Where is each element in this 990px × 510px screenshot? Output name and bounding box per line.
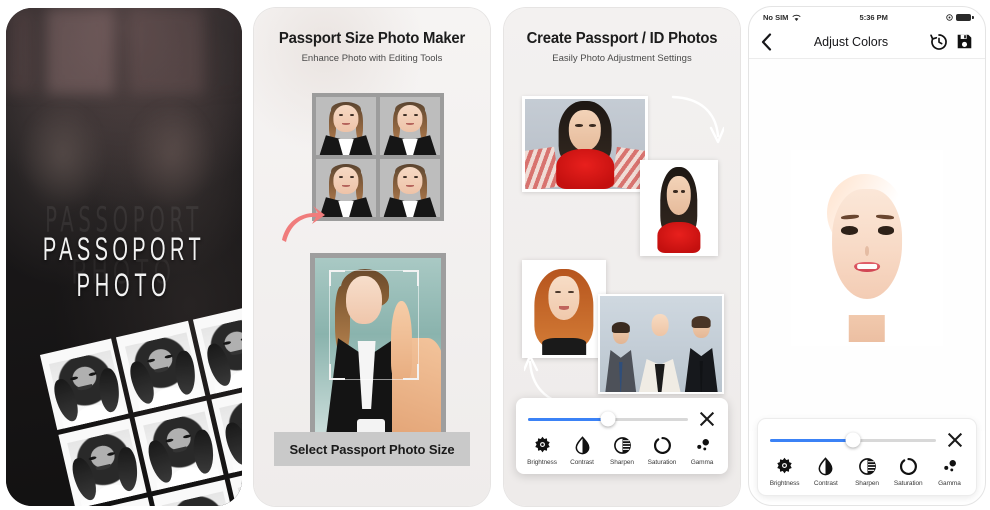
panel-promo-photo-maker: Passport Size Photo Maker Enhance Photo … bbox=[248, 0, 498, 510]
tool-label: Contrast bbox=[813, 480, 838, 487]
crop-marker-bottom-right bbox=[403, 364, 419, 380]
tool-label: Gamma bbox=[690, 459, 714, 466]
tool-label: Saturation bbox=[647, 459, 677, 466]
tool-gamma[interactable]: Gamma bbox=[929, 457, 970, 487]
saturation-icon bbox=[653, 436, 672, 455]
ios-status-bar: No SIM 5:36 PM bbox=[749, 7, 985, 25]
gamma-icon bbox=[693, 436, 712, 455]
gamma-icon bbox=[940, 457, 959, 476]
tool-saturation[interactable]: Saturation bbox=[888, 457, 929, 487]
carrier-label: No SIM bbox=[763, 13, 789, 22]
promo-title-1: Passport Size Photo Maker bbox=[278, 30, 466, 47]
panel-promo-create-id: Create Passport / ID Photos Easily Photo… bbox=[498, 0, 746, 510]
tool-row-promo: Brightness Contrast Sharpen Saturation Gamma bbox=[516, 434, 728, 474]
battery-icon bbox=[956, 14, 974, 21]
tool-contrast[interactable]: Contrast bbox=[562, 436, 602, 466]
panel-splash: PASSOPORT PHOTO PASSOPORT PHOTO bbox=[0, 0, 248, 510]
splash-blur-strip-top bbox=[6, 8, 242, 94]
passport-photo-cell bbox=[316, 97, 376, 155]
promo-screen-1: Passport Size Photo Maker Enhance Photo … bbox=[254, 8, 490, 506]
adjust-slider-promo[interactable] bbox=[528, 411, 688, 427]
tool-label: Brightness bbox=[527, 459, 557, 466]
tool-sharpen[interactable]: Sharpen bbox=[602, 436, 642, 466]
tool-label: Sharpen bbox=[855, 480, 879, 487]
page-title: Adjust Colors bbox=[813, 34, 889, 49]
passport-photo-cell bbox=[380, 159, 440, 217]
edit-slider-row-promo bbox=[516, 398, 728, 434]
tool-label: Gamma bbox=[938, 480, 961, 487]
tool-row-app: Brightness Contrast Sharpen Saturation Gamma bbox=[758, 455, 976, 495]
passport-photo-grid bbox=[312, 93, 444, 221]
edit-toolbar-promo: Brightness Contrast Sharpen Saturation Gamma bbox=[516, 398, 728, 474]
selfie-source-photo bbox=[522, 96, 648, 192]
tool-brightness[interactable]: Brightness bbox=[522, 436, 562, 466]
history-icon[interactable] bbox=[930, 33, 948, 51]
tool-label: Brightness bbox=[769, 480, 800, 487]
brightness-icon bbox=[775, 457, 794, 476]
sharpen-icon bbox=[613, 436, 632, 455]
edit-toolbar-app: Brightness Contrast Sharpen Saturation Gamma bbox=[758, 419, 976, 495]
bw-photo-cell bbox=[58, 418, 148, 506]
tool-contrast[interactable]: Contrast bbox=[805, 457, 846, 487]
tool-label: Contrast bbox=[570, 459, 594, 466]
crop-marker-top-left bbox=[329, 270, 345, 286]
contrast-icon bbox=[816, 457, 835, 476]
cropped-portrait-photo bbox=[522, 260, 606, 358]
tool-sharpen[interactable]: Sharpen bbox=[846, 457, 887, 487]
save-icon[interactable] bbox=[956, 33, 973, 50]
splash-blur-strip-mid bbox=[6, 100, 242, 210]
contrast-icon bbox=[573, 436, 592, 455]
passport-result-photo bbox=[640, 160, 718, 256]
crop-marker-top-right bbox=[403, 270, 419, 286]
clock-label: 5:36 PM bbox=[859, 13, 888, 22]
select-passport-photo-size-button[interactable]: Select Passport Photo Size bbox=[274, 432, 470, 466]
promo-subtitle-1: Enhance Photo with Editing Tools bbox=[301, 53, 443, 64]
screenshot-root: PASSOPORT PHOTO PASSOPORT PHOTO Passport… bbox=[0, 0, 990, 510]
edit-slider-row-app bbox=[758, 419, 976, 455]
app-navbar: Adjust Colors bbox=[749, 25, 985, 59]
bw-photo-cell bbox=[116, 320, 205, 413]
crop-preview-photo bbox=[310, 253, 446, 445]
wifi-icon bbox=[792, 14, 802, 21]
tool-saturation[interactable]: Saturation bbox=[642, 436, 682, 466]
bw-photo-cell bbox=[39, 338, 129, 430]
panel-app-adjust-colors: No SIM 5:36 PM Adjust Colors Brightness … bbox=[746, 0, 990, 510]
group-source-photo bbox=[598, 294, 724, 394]
group-person-right bbox=[682, 316, 721, 392]
bw-photo-cell bbox=[134, 400, 224, 492]
tool-brightness[interactable]: Brightness bbox=[764, 457, 805, 487]
group-person-center bbox=[632, 309, 688, 392]
tool-label: Sharpen bbox=[610, 459, 634, 466]
promo-header-2: Create Passport / ID Photos Easily Photo… bbox=[504, 8, 740, 64]
crop-marker-bottom-left bbox=[329, 364, 345, 380]
promo-screen-2: Create Passport / ID Photos Easily Photo… bbox=[504, 8, 740, 506]
splash-title-line2: PHOTO bbox=[76, 267, 172, 305]
edited-passport-photo bbox=[791, 150, 943, 346]
saturation-icon bbox=[899, 457, 918, 476]
close-icon[interactable] bbox=[698, 410, 716, 428]
tool-gamma[interactable]: Gamma bbox=[682, 436, 722, 466]
photo-canvas[interactable] bbox=[749, 59, 985, 431]
tool-label: Saturation bbox=[893, 480, 923, 487]
location-icon bbox=[946, 14, 953, 21]
promo-title-2: Create Passport / ID Photos bbox=[526, 30, 718, 47]
sharpen-icon bbox=[858, 457, 877, 476]
pink-arrow-icon bbox=[282, 206, 325, 242]
splash-screen: PASSOPORT PHOTO PASSOPORT PHOTO bbox=[6, 8, 242, 506]
promo-subtitle-2: Easily Photo Adjustment Settings bbox=[552, 53, 692, 64]
splash-title-line1: PASSOPORT bbox=[42, 231, 206, 269]
promo-header-1: Passport Size Photo Maker Enhance Photo … bbox=[254, 8, 490, 64]
curved-arrow-down-icon bbox=[671, 95, 724, 144]
chevron-left-icon[interactable] bbox=[761, 32, 772, 51]
adjust-slider-app[interactable] bbox=[770, 432, 936, 448]
passport-photo-cell bbox=[380, 97, 440, 155]
brightness-icon bbox=[533, 436, 552, 455]
app-screen: No SIM 5:36 PM Adjust Colors Brightness … bbox=[748, 6, 986, 506]
close-icon[interactable] bbox=[946, 431, 964, 449]
